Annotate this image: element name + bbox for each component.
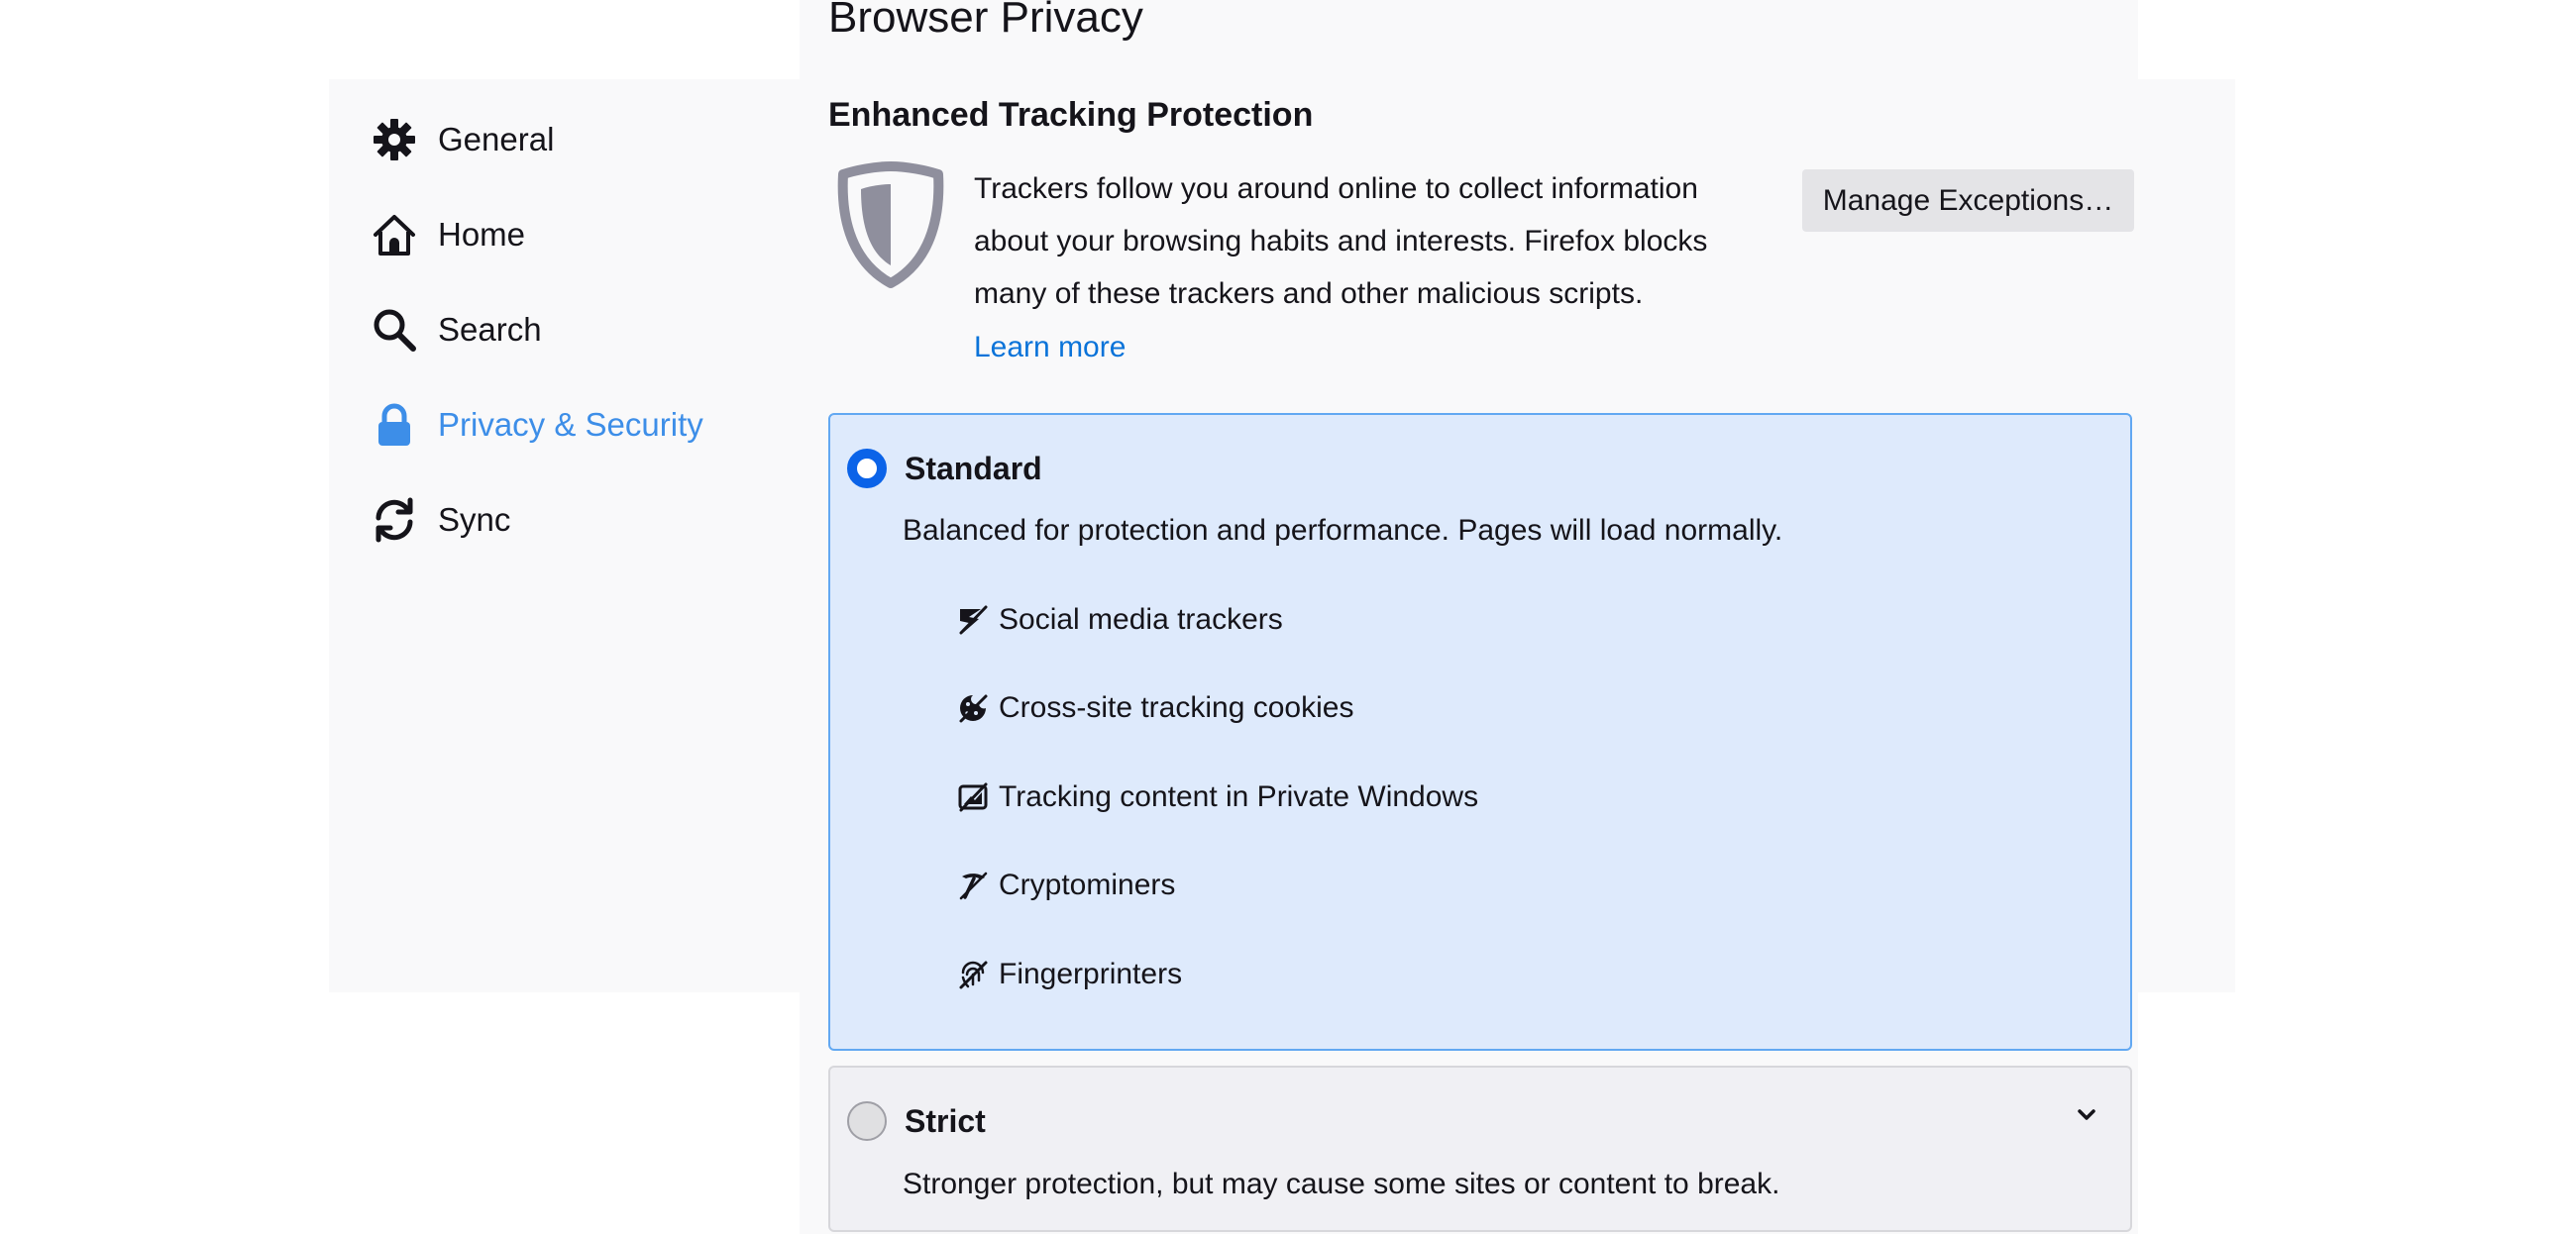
sidebar-item-label: Sync bbox=[438, 501, 511, 538]
cookie-blocked-icon bbox=[959, 694, 988, 723]
feature-label: Cross-site tracking cookies bbox=[999, 691, 1354, 724]
feature-item: Social media trackers bbox=[957, 598, 1283, 642]
section-heading: Enhanced Tracking Protection bbox=[828, 96, 1314, 134]
sidebar-item-search[interactable]: Search bbox=[369, 295, 785, 364]
feature-item: Fingerprinters bbox=[957, 953, 1182, 996]
sidebar-item-label: Home bbox=[438, 216, 526, 253]
feature-item: Tracking content in Private Windows bbox=[957, 775, 1478, 819]
manage-exceptions-button[interactable]: Manage Exceptions… bbox=[1802, 169, 2134, 232]
feature-label: Fingerprinters bbox=[999, 958, 1183, 990]
learn-more-link[interactable]: Learn more bbox=[974, 321, 1126, 373]
feature-label: Social media trackers bbox=[999, 603, 1283, 636]
standard-title: Standard bbox=[905, 451, 1042, 486]
strict-description: Stronger protection, but may cause some … bbox=[903, 1168, 1780, 1200]
sidebar-item-privacy-security[interactable]: Privacy & Security bbox=[369, 390, 785, 460]
gear-icon bbox=[369, 114, 420, 165]
strict-title: Strict bbox=[905, 1103, 986, 1139]
sidebar-item-home[interactable]: Home bbox=[369, 200, 785, 269]
social-tracker-blocked-icon bbox=[959, 605, 988, 635]
sidebar-item-label: Search bbox=[438, 311, 542, 348]
strict-radio[interactable] bbox=[847, 1101, 887, 1141]
search-icon bbox=[369, 304, 420, 356]
lock-icon bbox=[369, 399, 420, 451]
cryptominer-blocked-icon bbox=[959, 872, 988, 900]
sidebar-item-general[interactable]: General bbox=[369, 105, 785, 174]
feature-label: Tracking content in Private Windows bbox=[999, 780, 1479, 813]
sidebar-item-label: General bbox=[438, 121, 555, 157]
feature-item: Cross-site tracking cookies bbox=[957, 686, 1353, 730]
standard-description: Balanced for protection and performance.… bbox=[903, 514, 1783, 547]
tracking-description: Trackers follow you around online to col… bbox=[974, 172, 1708, 310]
standard-radio[interactable] bbox=[847, 449, 887, 488]
chevron-down-icon[interactable] bbox=[2071, 1099, 2102, 1131]
tracking-content-blocked-icon bbox=[958, 782, 988, 812]
sidebar-item-label: Privacy & Security bbox=[438, 406, 703, 443]
sync-icon bbox=[369, 494, 420, 546]
fingerprinter-blocked-icon bbox=[959, 961, 988, 989]
shield-icon bbox=[837, 161, 944, 288]
page-title: Browser Privacy bbox=[828, 0, 1143, 42]
strict-option-card[interactable] bbox=[828, 1066, 2132, 1232]
sidebar-item-sync[interactable]: Sync bbox=[369, 485, 785, 555]
home-icon bbox=[369, 209, 420, 260]
feature-label: Cryptominers bbox=[999, 869, 1176, 901]
feature-item: Cryptominers bbox=[957, 864, 1175, 907]
